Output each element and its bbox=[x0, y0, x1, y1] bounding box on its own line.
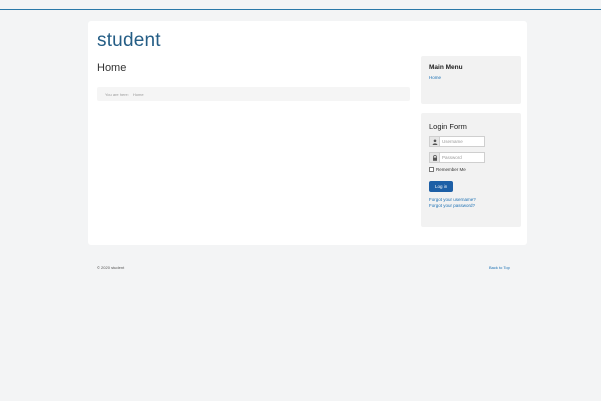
remember-me-row: Remember Me bbox=[429, 167, 513, 172]
username-input[interactable] bbox=[440, 136, 485, 147]
password-row bbox=[429, 152, 513, 163]
username-row bbox=[429, 136, 513, 147]
lock-icon bbox=[429, 152, 440, 163]
site-brand-link[interactable]: student bbox=[97, 30, 161, 52]
login-button[interactable]: Log in bbox=[429, 181, 454, 192]
breadcrumb-prefix: You are here: bbox=[105, 91, 129, 97]
user-icon bbox=[429, 136, 440, 147]
remember-me-label: Remember Me bbox=[436, 167, 466, 172]
forgot-password-link[interactable]: Forgot your password? bbox=[429, 203, 513, 209]
menu-item-home[interactable]: Home bbox=[429, 75, 513, 80]
top-accent-rule bbox=[0, 9, 601, 10]
content-card: student Home You are here: Home Main Men… bbox=[88, 21, 527, 245]
back-to-top-link[interactable]: Back to Top bbox=[489, 265, 510, 270]
password-input[interactable] bbox=[440, 152, 485, 163]
main-menu-title: Main Menu bbox=[429, 64, 463, 71]
footer-copyright: © 2020 student bbox=[97, 265, 125, 270]
login-form-module: Login Form Remember Me Log bbox=[421, 113, 521, 227]
login-form-title: Login Form bbox=[429, 122, 467, 131]
breadcrumb: You are here: Home bbox=[97, 87, 410, 101]
breadcrumb-current: Home bbox=[132, 91, 144, 97]
main-menu-module: Main Menu Home bbox=[421, 56, 521, 104]
page-title: Home bbox=[97, 62, 127, 74]
remember-me-checkbox[interactable] bbox=[429, 167, 434, 172]
